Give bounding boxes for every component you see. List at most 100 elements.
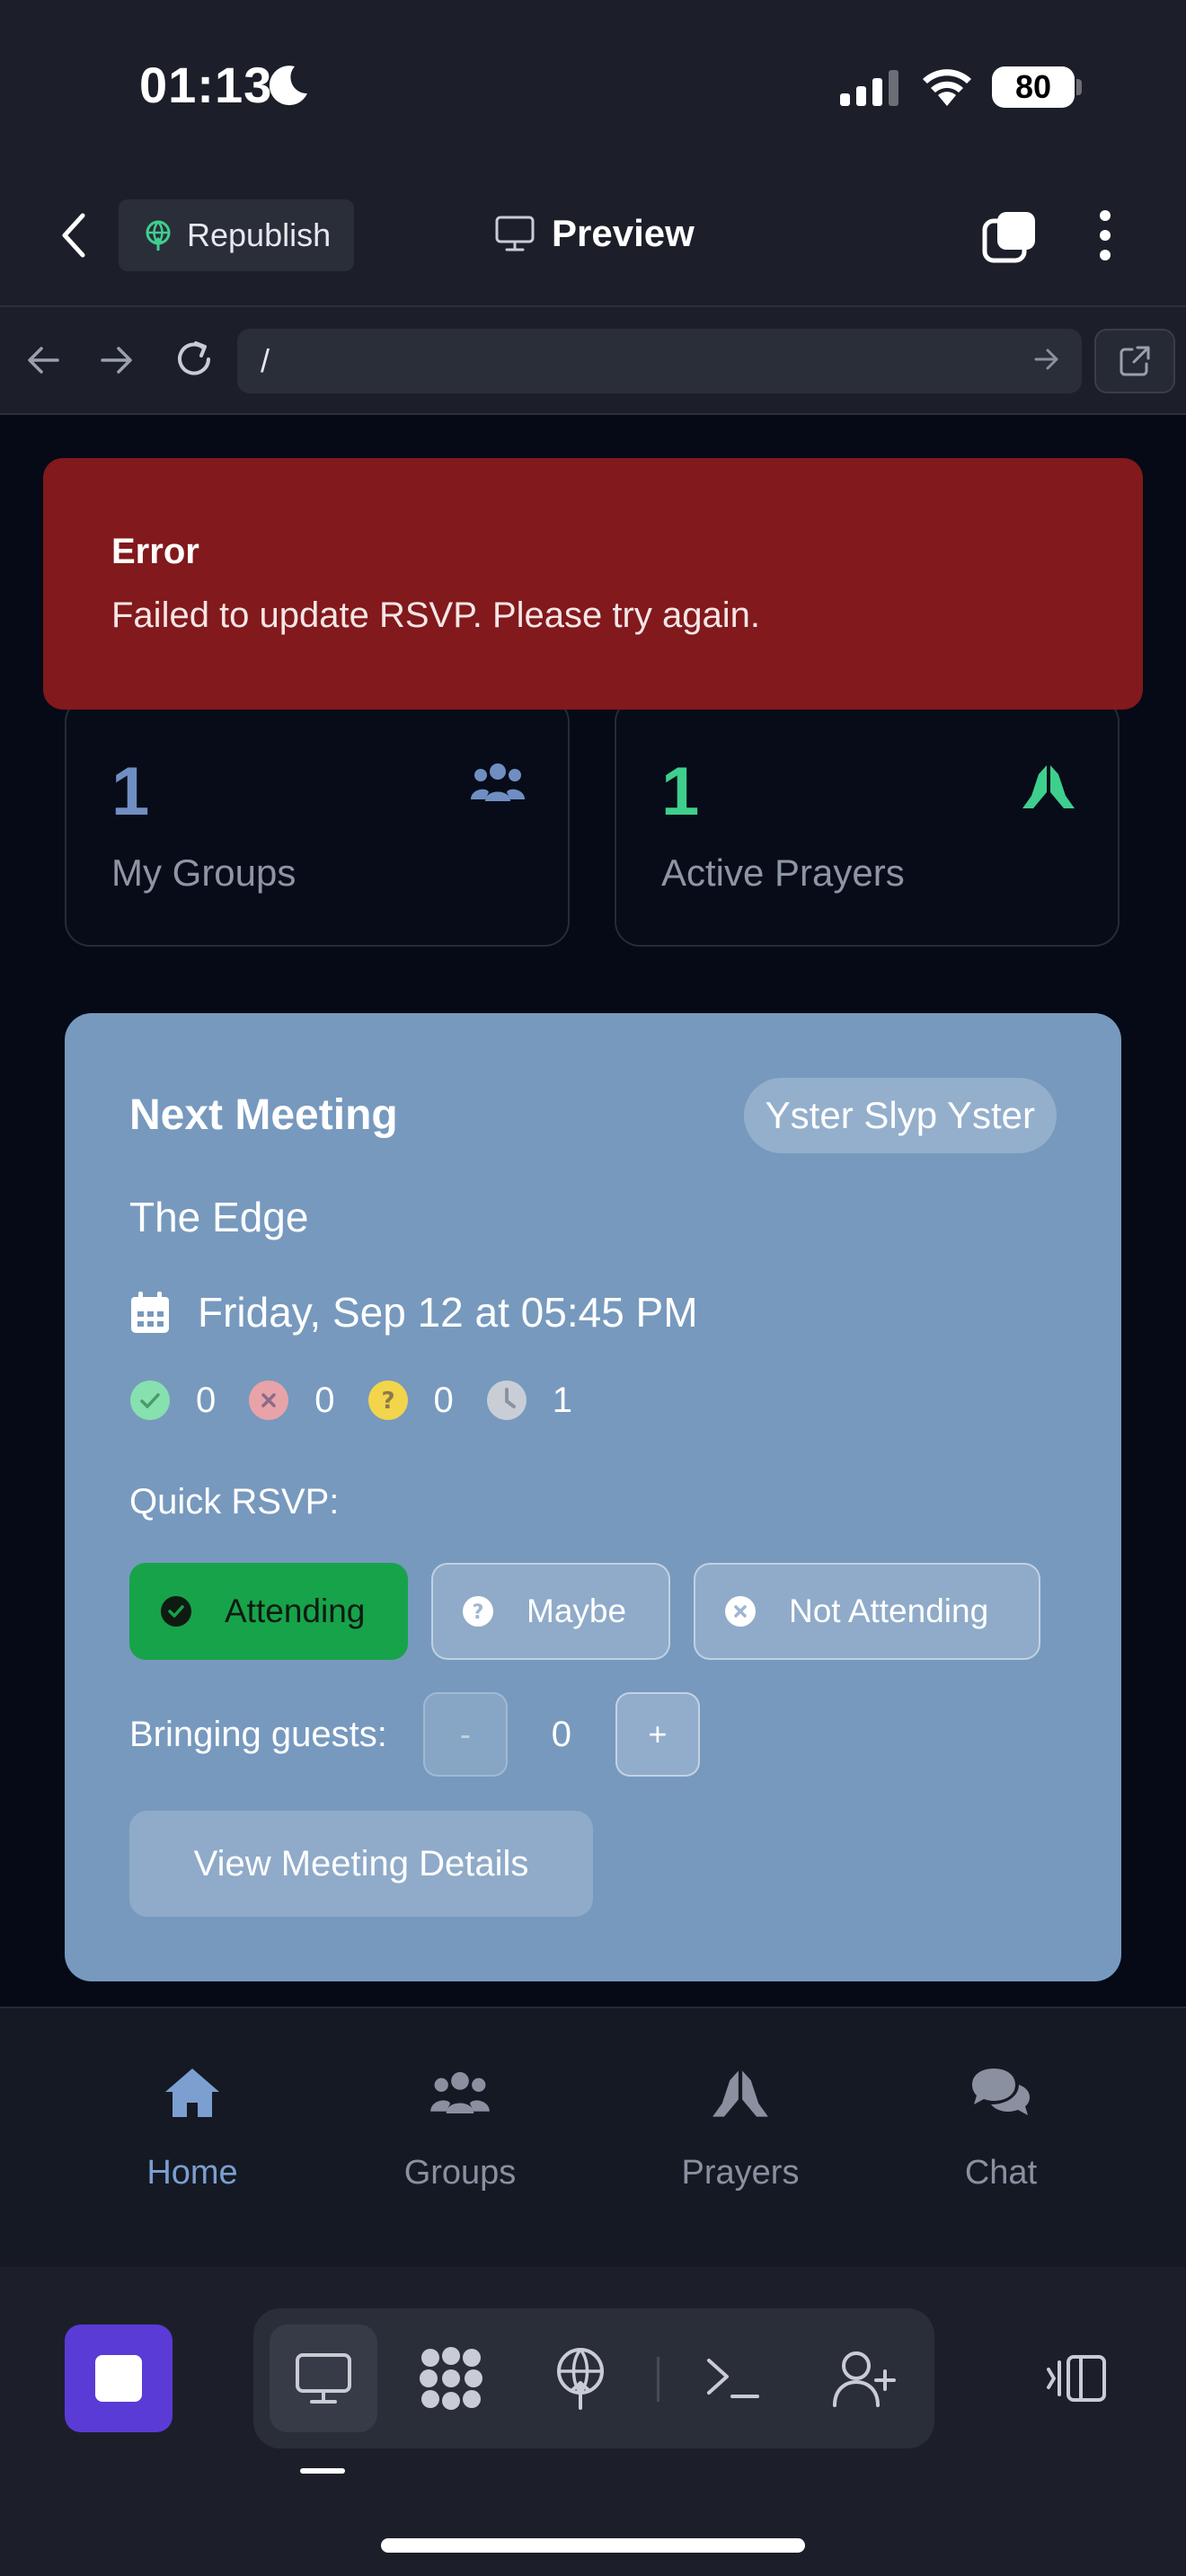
- guests-increment-button[interactable]: +: [615, 1692, 700, 1777]
- stop-button[interactable]: [65, 2325, 173, 2432]
- users-icon: [430, 2072, 490, 2113]
- guests-stepper: Bringing guests: - 0 +: [129, 1692, 700, 1777]
- rsvp-not-attending-label: Not Attending: [789, 1592, 989, 1629]
- stat-card-active-prayers[interactable]: 1 Active Prayers: [615, 697, 1120, 947]
- meeting-name: The Edge: [129, 1194, 309, 1240]
- battery-indicator: 80: [992, 66, 1075, 108]
- guests-decrement-button[interactable]: -: [422, 1692, 508, 1777]
- cellular-signal-icon: [840, 70, 898, 106]
- republish-button[interactable]: Republish: [119, 199, 354, 271]
- status-time: 01:13: [139, 57, 273, 113]
- tool-divider: [657, 2357, 659, 2402]
- stop-icon: [95, 2355, 142, 2402]
- count-attending-value: 0: [196, 1380, 217, 1420]
- meeting-group-badge: Yster Slyp Yster: [743, 1078, 1057, 1153]
- republish-label: Republish: [187, 216, 332, 253]
- error-toast[interactable]: Error Failed to update RSVP. Please try …: [43, 458, 1143, 710]
- monitor-icon: [495, 216, 535, 251]
- stat-card-my-groups[interactable]: 1 My Groups: [65, 697, 570, 947]
- panel-toggle-button[interactable]: [1022, 2325, 1130, 2432]
- more-options-icon[interactable]: [1098, 208, 1112, 262]
- tool-preview[interactable]: [270, 2325, 377, 2432]
- view-meeting-details-button[interactable]: View Meeting Details: [129, 1811, 593, 1917]
- preview-title: Preview: [494, 212, 695, 255]
- count-pending: 1: [486, 1380, 572, 1421]
- nav-groups-label: Groups: [403, 2154, 517, 2192]
- count-not-attending-value: 0: [314, 1380, 335, 1420]
- svg-text:?: ?: [381, 1388, 394, 1415]
- globe-upload-icon: [146, 220, 171, 251]
- battery-tip: [1076, 79, 1082, 95]
- active-tool-indicator: [300, 2468, 345, 2474]
- stat-label: Active Prayers: [661, 851, 905, 894]
- count-pending-value: 1: [552, 1380, 572, 1420]
- nav-prayers-label: Prayers: [681, 2154, 800, 2192]
- chat-icon: [972, 2069, 1030, 2115]
- arrow-left-icon[interactable]: [25, 345, 61, 375]
- globe-upload-icon: [557, 2348, 604, 2410]
- stat-label: My Groups: [111, 851, 296, 894]
- grid-blob-icon: [420, 2347, 482, 2410]
- url-input[interactable]: /: [237, 329, 1082, 393]
- nav-home-label: Home: [146, 2154, 238, 2192]
- nav-groups[interactable]: Groups: [352, 2057, 568, 2192]
- count-maybe: ? 0: [367, 1380, 454, 1421]
- rsvp-options: Attending ? Maybe Not Attending: [129, 1563, 1040, 1660]
- back-icon[interactable]: [56, 210, 92, 260]
- stat-value: 1: [111, 754, 150, 830]
- preview-label: Preview: [552, 212, 695, 254]
- x-circle-icon: [725, 1596, 756, 1627]
- rsvp-counts: 0 0 ? 0 1: [129, 1380, 572, 1421]
- guests-label: Bringing guests:: [129, 1714, 387, 1754]
- nav-chat-label: Chat: [964, 2154, 1038, 2192]
- count-maybe-value: 0: [433, 1380, 454, 1420]
- tabs-icon[interactable]: [981, 208, 1039, 266]
- tool-agents[interactable]: [397, 2325, 505, 2432]
- meeting-date: Friday, Sep 12 at 05:45 PM: [198, 1289, 698, 1336]
- x-circle-icon: [249, 1381, 289, 1420]
- side-panel-icon: [1047, 2355, 1106, 2402]
- add-user-icon: [833, 2351, 896, 2407]
- rsvp-not-attending-button[interactable]: Not Attending: [694, 1563, 1040, 1660]
- home-icon: [165, 2069, 219, 2117]
- home-indicator: [381, 2538, 805, 2553]
- guests-value: 0: [551, 1714, 571, 1754]
- question-circle-icon: ?: [367, 1381, 408, 1420]
- open-external-button[interactable]: [1094, 329, 1175, 393]
- users-icon: [471, 763, 525, 801]
- nav-prayers[interactable]: Prayers: [633, 2057, 848, 2192]
- tool-invite[interactable]: [810, 2325, 918, 2432]
- nav-home[interactable]: Home: [84, 2057, 300, 2192]
- check-circle-icon: [130, 1381, 170, 1420]
- clock-icon: [486, 1381, 527, 1420]
- wifi-icon: [923, 69, 971, 106]
- external-link-icon: [1120, 346, 1150, 376]
- tool-publish[interactable]: [527, 2325, 634, 2432]
- error-message: Failed to update RSVP. Please try again.: [111, 595, 760, 635]
- arrow-right-icon[interactable]: [99, 345, 135, 375]
- reload-icon[interactable]: [173, 338, 216, 381]
- rsvp-maybe-label: Maybe: [527, 1592, 627, 1629]
- rsvp-attending-label: Attending: [225, 1592, 366, 1629]
- calendar-icon: [131, 1292, 169, 1333]
- praying-hands-icon: [712, 2070, 768, 2117]
- go-arrow-icon[interactable]: [1033, 347, 1060, 372]
- error-title: Error: [111, 532, 199, 571]
- tool-shell[interactable]: [679, 2325, 787, 2432]
- count-attending: 0: [129, 1380, 216, 1421]
- count-not-attending: 0: [248, 1380, 335, 1421]
- praying-hands-icon: [1022, 765, 1075, 808]
- rsvp-maybe-button[interactable]: ? Maybe: [431, 1563, 670, 1660]
- monitor-icon: [296, 2353, 351, 2404]
- stat-value: 1: [661, 754, 700, 830]
- question-circle-icon: ?: [463, 1596, 493, 1627]
- meeting-date-row: Friday, Sep 12 at 05:45 PM: [129, 1288, 698, 1337]
- meeting-card-title: Next Meeting: [129, 1091, 398, 1139]
- svg-text:?: ?: [473, 1601, 484, 1624]
- quick-rsvp-label: Quick RSVP:: [129, 1482, 340, 1522]
- check-circle-icon: [161, 1596, 191, 1627]
- rsvp-attending-button[interactable]: Attending: [129, 1563, 408, 1660]
- nav-chat[interactable]: Chat: [893, 2057, 1109, 2192]
- moon-icon: [269, 66, 307, 106]
- terminal-icon: [707, 2359, 759, 2398]
